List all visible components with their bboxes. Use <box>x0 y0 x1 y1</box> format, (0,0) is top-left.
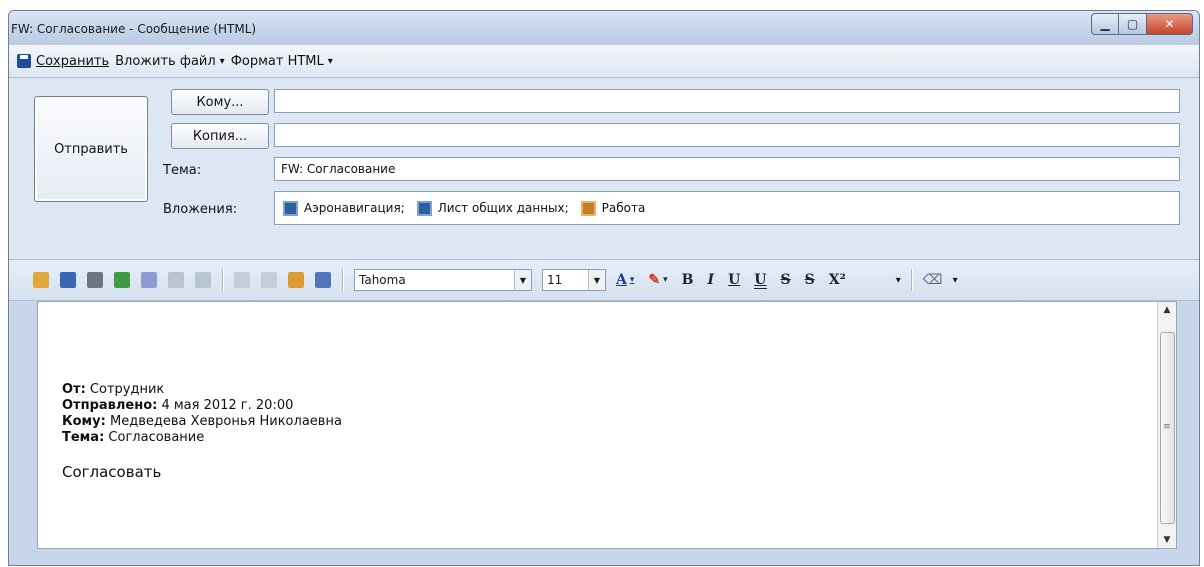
format-menu[interactable]: Формат HTML ▾ <box>231 54 333 69</box>
copy-icon[interactable] <box>261 272 277 288</box>
save-icon[interactable] <box>60 272 76 288</box>
attach-file-label: Вложить файл <box>115 53 216 69</box>
chevron-down-icon[interactable]: ▼ <box>588 270 605 290</box>
double-strikethrough-button[interactable]: S <box>805 272 815 288</box>
strikethrough-button[interactable]: S <box>781 272 791 288</box>
save-label: Сохранить <box>36 53 110 69</box>
save-menu-item[interactable]: Сохранить <box>17 54 109 69</box>
to-value: Медведева Хевронья Николаевна <box>105 414 342 429</box>
preview-icon[interactable] <box>141 272 157 288</box>
font-size-select[interactable]: 11 ▼ <box>542 269 606 291</box>
menu-bar: Сохранить Вложить файл ▾ Формат HTML ▾ <box>9 45 1199 78</box>
subject-label: Тема: <box>163 163 202 178</box>
message-body-editor[interactable]: От: Сотрудник Отправлено: 4 мая 2012 г. … <box>37 301 1177 549</box>
toolbar-separator <box>910 269 913 291</box>
forward-to-line: Кому: Медведева Хевронья Николаевна <box>62 414 342 430</box>
dropdown-arrow-icon: ▾ <box>219 55 225 67</box>
message-header: Отправить Кому... Копия... Тема: FW: Сог… <box>9 78 1199 259</box>
attachment-item[interactable]: Работа <box>580 200 646 216</box>
toolbar-options-dropdown[interactable]: ▾ <box>953 275 958 286</box>
underline-button[interactable]: U <box>728 272 740 288</box>
save-icon <box>17 54 31 68</box>
clear-format-icon[interactable]: ⌫ <box>923 272 943 288</box>
cc-button[interactable]: Копия... <box>171 123 269 149</box>
window-controls: ▁ ▢ ✕ <box>1091 13 1193 35</box>
attachment-name: Лист общих данных; <box>437 201 569 215</box>
font-size-value: 11 <box>547 273 563 287</box>
send-button[interactable]: Отправить <box>34 96 148 202</box>
scroll-grip-icon: ≡ <box>1163 422 1171 432</box>
attachment-name: Аэронавигация; <box>304 201 405 215</box>
forward-sent-line: Отправлено: 4 мая 2012 г. 20:00 <box>62 398 342 414</box>
bold-button[interactable]: B <box>682 272 694 288</box>
subject-field[interactable]: FW: Согласование <box>274 157 1180 181</box>
open-icon[interactable] <box>33 272 49 288</box>
scroll-down-icon[interactable]: ▼ <box>1158 532 1176 548</box>
dropdown-arrow-icon: ▾ <box>327 55 333 67</box>
font-name-value: Tahoma <box>359 273 406 287</box>
subject-label: Тема: <box>62 430 105 445</box>
superscript-button[interactable]: X² <box>829 272 846 288</box>
maximize-button[interactable]: ▢ <box>1119 13 1147 35</box>
attachment-name: Работа <box>601 201 646 215</box>
formatting-toolbar: Tahoma ▼ 11 ▼ A ▾ ✎ ▾ B I U U S S X² ▾ ⌫ ▾ <box>9 259 1199 301</box>
font-color-button[interactable]: A ▾ <box>616 272 634 288</box>
scroll-up-icon[interactable]: ▲ <box>1158 302 1176 318</box>
format-label: Формат HTML <box>230 53 324 69</box>
sent-label: Отправлено: <box>62 398 158 413</box>
to-button[interactable]: Кому... <box>171 89 269 115</box>
title-bar[interactable]: FW: Согласование - Сообщение (HTML) ▁ ▢ … <box>9 11 1199 45</box>
toolbar-separator <box>222 269 224 291</box>
toolbar-overflow-dropdown[interactable]: ▾ <box>896 275 901 286</box>
double-underline-button[interactable]: U <box>754 272 767 289</box>
sent-value: 4 мая 2012 г. 20:00 <box>157 398 294 413</box>
cut-icon[interactable] <box>234 272 250 288</box>
attachments-label: Вложения: <box>163 202 238 217</box>
minimize-button[interactable]: ▁ <box>1091 13 1119 35</box>
redo-icon[interactable] <box>195 272 211 288</box>
toolbar-separator <box>342 269 344 291</box>
paste-icon[interactable] <box>288 272 304 288</box>
to-field[interactable] <box>274 89 1180 113</box>
font-name-select[interactable]: Tahoma ▼ <box>354 269 532 291</box>
from-value: Сотрудник <box>85 382 165 397</box>
forward-subject-line: Тема: Согласование <box>62 430 342 446</box>
window-title: FW: Согласование - Сообщение (HTML) <box>11 22 257 36</box>
message-body: От: Сотрудник Отправлено: 4 мая 2012 г. … <box>62 382 342 480</box>
clipboard-icon <box>580 200 596 216</box>
vertical-scrollbar[interactable]: ▲ ≡ ▼ <box>1157 302 1176 548</box>
undo-icon[interactable] <box>168 272 184 288</box>
attachment-item[interactable]: Лист общих данных; <box>416 200 569 216</box>
attach-file-menu[interactable]: Вложить файл ▾ <box>115 54 225 69</box>
message-window: FW: Согласование - Сообщение (HTML) ▁ ▢ … <box>8 10 1200 566</box>
chevron-down-icon[interactable]: ▼ <box>514 270 531 290</box>
italic-button[interactable]: I <box>708 272 715 288</box>
from-label: От: <box>62 382 86 397</box>
forward-from-line: От: Сотрудник <box>62 382 342 398</box>
attachments-field: Аэронавигация; Лист общих данных; Работа <box>274 191 1180 225</box>
print-icon[interactable] <box>87 272 103 288</box>
message-text: Согласовать <box>62 463 162 481</box>
document-icon <box>283 200 298 216</box>
to-label: Кому: <box>62 414 106 429</box>
close-button[interactable]: ✕ <box>1147 13 1193 35</box>
spellcheck-icon[interactable] <box>114 272 130 288</box>
paste-special-icon[interactable] <box>315 272 331 288</box>
cc-field[interactable] <box>274 123 1180 147</box>
highlight-color-button[interactable]: ✎ ▾ <box>648 272 667 288</box>
document-icon <box>416 200 432 216</box>
subject-value: Согласование <box>104 430 205 445</box>
attachment-item[interactable]: Аэронавигация; <box>283 200 405 216</box>
